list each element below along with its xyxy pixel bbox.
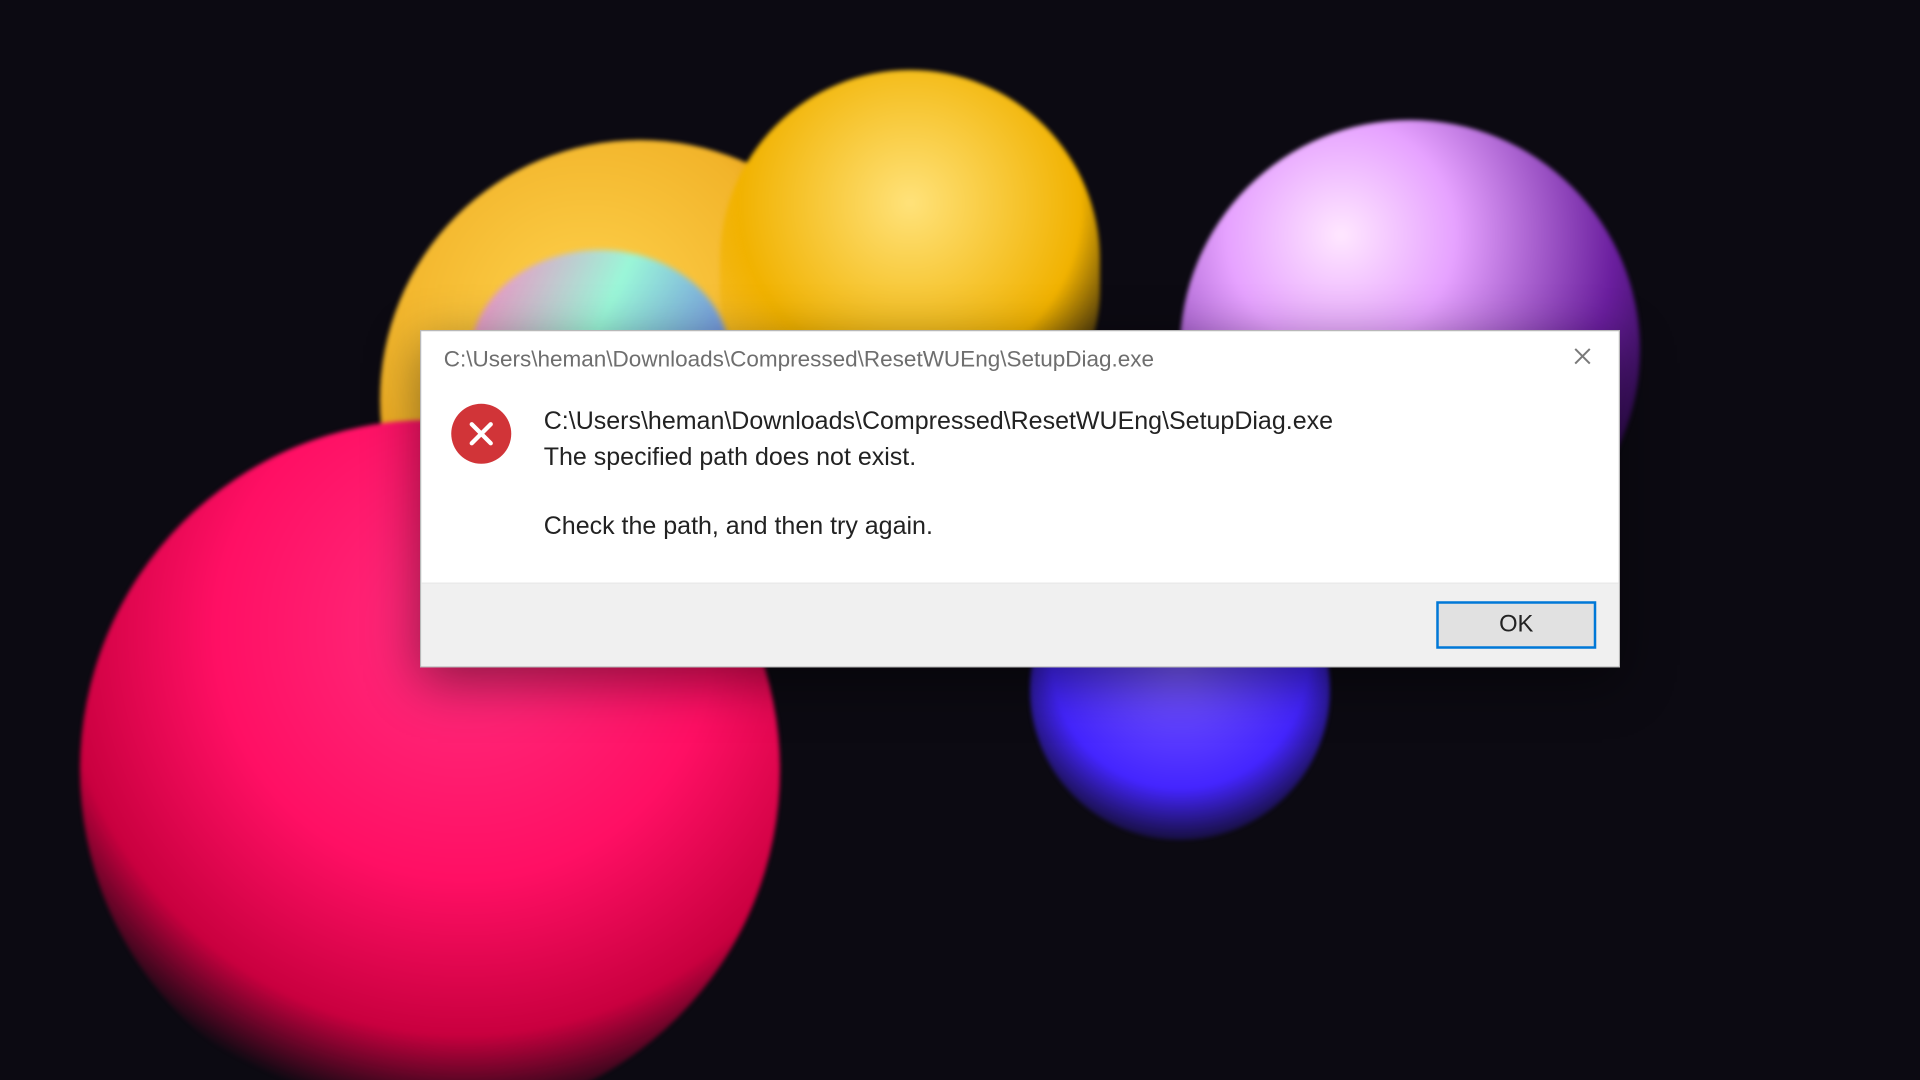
dialog-title: C:\Users\heman\Downloads\Compressed\Rese…	[444, 346, 1154, 372]
error-icon	[451, 404, 511, 464]
desktop-wallpaper: C:\Users\heman\Downloads\Compressed\Rese…	[0, 0, 1920, 1080]
ok-button[interactable]: OK	[1436, 601, 1596, 649]
error-dialog: C:\Users\heman\Downloads\Compressed\Rese…	[420, 330, 1620, 668]
message-path: C:\Users\heman\Downloads\Compressed\Rese…	[544, 408, 1333, 436]
close-button[interactable]	[1554, 339, 1612, 379]
dialog-titlebar[interactable]: C:\Users\heman\Downloads\Compressed\Rese…	[421, 331, 1619, 386]
message-error: The specified path does not exist.	[544, 444, 916, 472]
close-icon	[1574, 347, 1592, 371]
dialog-content: C:\Users\heman\Downloads\Compressed\Rese…	[421, 386, 1619, 582]
message-hint: Check the path, and then try again.	[544, 509, 1333, 545]
dialog-message: C:\Users\heman\Downloads\Compressed\Rese…	[544, 404, 1333, 545]
dialog-footer: OK	[421, 583, 1619, 667]
